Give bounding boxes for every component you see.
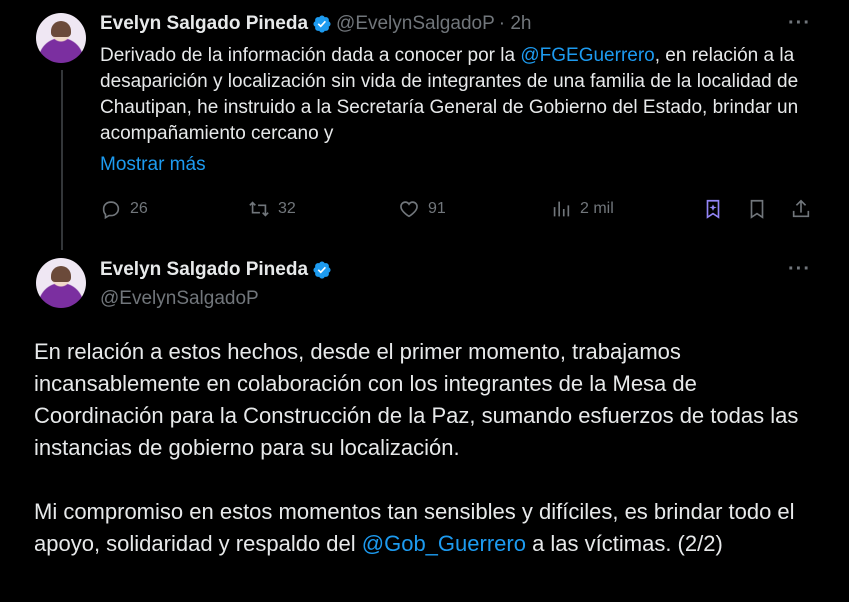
- avatar[interactable]: [36, 258, 86, 308]
- tweet2-text: En relación a estos hechos, desde el pri…: [34, 336, 824, 560]
- grok-button[interactable]: [702, 198, 732, 220]
- author-name[interactable]: Evelyn Salgado Pineda: [100, 13, 308, 35]
- grok-icon: [706, 199, 720, 219]
- tweet-text-segment: Derivado de la información dada a conoce…: [100, 45, 521, 66]
- share-icon: [792, 199, 810, 218]
- share-button[interactable]: [790, 198, 820, 220]
- like-button[interactable]: 91: [398, 198, 446, 220]
- retweet-count: 32: [278, 200, 296, 217]
- author-name[interactable]: Evelyn Salgado Pineda: [100, 259, 308, 281]
- verified-badge-icon: [313, 261, 331, 279]
- avatar-hair: [51, 266, 71, 282]
- tweet2-header: Evelyn Salgado Pineda: [100, 259, 336, 281]
- views-chart-icon: [553, 201, 570, 217]
- tweet-actions-bar: 26 32 91 2 mil: [100, 198, 812, 224]
- tweet-time[interactable]: · 2h: [499, 13, 532, 35]
- views-count: 2 mil: [580, 200, 614, 217]
- heart-icon: [400, 201, 418, 218]
- tweet1-header: Evelyn Salgado Pineda @EvelynSalgadoP · …: [100, 13, 532, 35]
- reply-icon: [102, 201, 120, 220]
- retweet-icon: [249, 201, 269, 217]
- avatar-hair: [51, 21, 71, 37]
- tweet-paragraph: Mi compromiso en estos momentos tan sens…: [34, 496, 824, 560]
- mention-link[interactable]: @Gob_Guerrero: [362, 531, 526, 556]
- mention-link[interactable]: @FGEGuerrero: [520, 45, 654, 66]
- retweet-button[interactable]: 32: [248, 198, 296, 220]
- views-button[interactable]: 2 mil: [550, 198, 614, 220]
- reply-count: 26: [130, 200, 148, 217]
- more-options-button[interactable]: ···: [788, 12, 811, 35]
- reply-button[interactable]: 26: [100, 198, 148, 220]
- thread-connector-line: [61, 70, 63, 250]
- author-handle[interactable]: @EvelynSalgadoP: [336, 13, 495, 35]
- bookmark-icon: [750, 199, 764, 219]
- tweet-text-segment: a las víctimas. (2/2): [525, 531, 723, 556]
- tweet-paragraph: En relación a estos hechos, desde el pri…: [34, 339, 799, 460]
- show-more-link[interactable]: Mostrar más: [100, 154, 206, 176]
- avatar[interactable]: [36, 13, 86, 63]
- bookmark-button[interactable]: [746, 198, 776, 220]
- verified-badge-icon: [313, 15, 331, 33]
- tweet1-text: Derivado de la información dada a conoce…: [100, 43, 820, 147]
- more-options-button[interactable]: ···: [788, 258, 811, 281]
- like-count: 91: [428, 200, 446, 217]
- author-handle[interactable]: @EvelynSalgadoP: [100, 288, 259, 310]
